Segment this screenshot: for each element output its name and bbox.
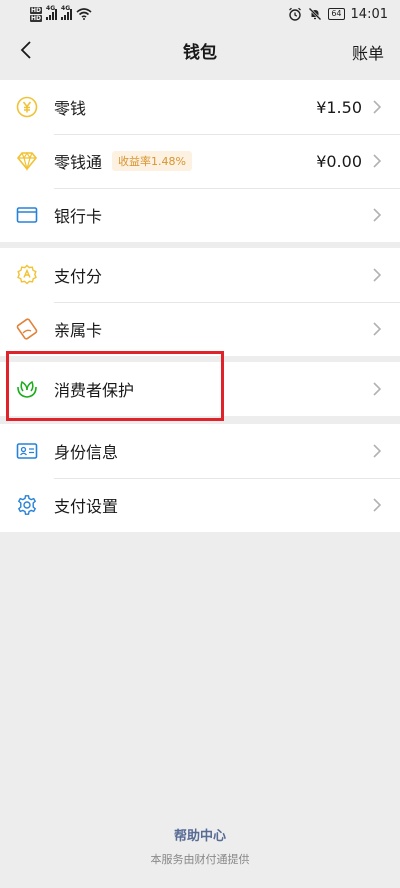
wallet-group-protection: 消费者保护	[0, 362, 400, 416]
settings-gear-icon	[16, 494, 38, 516]
yuan-coin-icon	[16, 96, 38, 118]
status-time: 14:01	[350, 6, 388, 22]
row-label: 支付设置	[54, 497, 119, 516]
row-value: ¥0.00	[316, 151, 362, 171]
row-change-plus[interactable]: 零钱通 收益率1.48% ¥0.00	[0, 134, 400, 188]
wallet-group-services: 支付分 亲属卡	[0, 248, 400, 356]
row-pay-settings[interactable]: 支付设置	[0, 478, 400, 532]
row-label: 银行卡	[54, 207, 103, 226]
signal-icon: 4G	[61, 5, 73, 20]
bill-button[interactable]: 账单	[352, 40, 384, 64]
chevron-right-icon	[370, 208, 384, 222]
hd-indicator: HD HD	[30, 6, 43, 22]
alarm-icon	[289, 7, 302, 21]
row-label: 身份信息	[54, 443, 119, 462]
status-left: HD HD 4G 4G	[30, 5, 92, 22]
chevron-right-icon	[370, 154, 384, 168]
network-type-b: 4G	[61, 5, 71, 12]
row-label: 支付分	[54, 267, 103, 286]
row-bank-card[interactable]: 银行卡	[0, 188, 400, 242]
row-identity[interactable]: 身份信息	[0, 424, 400, 478]
yield-badge: 收益率1.48%	[112, 151, 192, 171]
row-family-card[interactable]: 亲属卡	[0, 302, 400, 356]
chevron-right-icon	[370, 444, 384, 458]
row-pay-score[interactable]: 支付分	[0, 248, 400, 302]
battery-icon: 64	[328, 8, 345, 20]
chevron-right-icon	[370, 322, 384, 336]
chevron-left-icon	[20, 41, 31, 59]
nav-bar: 钱包 账单	[0, 28, 400, 72]
chevron-right-icon	[370, 498, 384, 512]
page-title: 钱包	[183, 42, 217, 63]
consumer-protection-icon	[16, 378, 38, 400]
mute-bell-icon	[308, 7, 322, 21]
chevron-right-icon	[370, 100, 384, 114]
status-right: 64 14:01	[288, 7, 388, 22]
row-label: 零钱	[54, 99, 87, 118]
help-center-link[interactable]: 帮助中心	[0, 825, 400, 844]
wallet-group-settings: 身份信息 支付设置	[0, 424, 400, 532]
status-bar: HD HD 4G 4G 64 14:01	[0, 0, 400, 28]
wifi-icon	[76, 8, 92, 20]
row-label: 亲属卡	[54, 321, 103, 340]
row-label: 消费者保护	[54, 381, 135, 400]
provider-text: 本服务由财付通提供	[150, 853, 250, 866]
signal-icon: 4G	[46, 5, 58, 20]
family-card-icon	[16, 318, 38, 340]
row-label: 零钱通	[54, 153, 103, 172]
pay-score-icon	[16, 264, 38, 286]
network-type-a: 4G	[46, 5, 56, 12]
row-change[interactable]: 零钱 ¥1.50	[0, 80, 400, 134]
id-card-icon	[16, 440, 38, 462]
chevron-right-icon	[370, 268, 384, 282]
wallet-group-balance: 零钱 ¥1.50 零钱通 收益率1.48% ¥0.00 银行卡	[0, 80, 400, 242]
hd-label-b: HD	[30, 14, 43, 22]
row-value: ¥1.50	[316, 97, 362, 117]
back-button[interactable]	[10, 34, 42, 66]
bank-card-icon	[16, 204, 38, 226]
hd-label-a: HD	[30, 6, 43, 14]
diamond-icon	[16, 150, 38, 172]
chevron-right-icon	[370, 382, 384, 396]
row-consumer-protection[interactable]: 消费者保护	[0, 362, 400, 416]
